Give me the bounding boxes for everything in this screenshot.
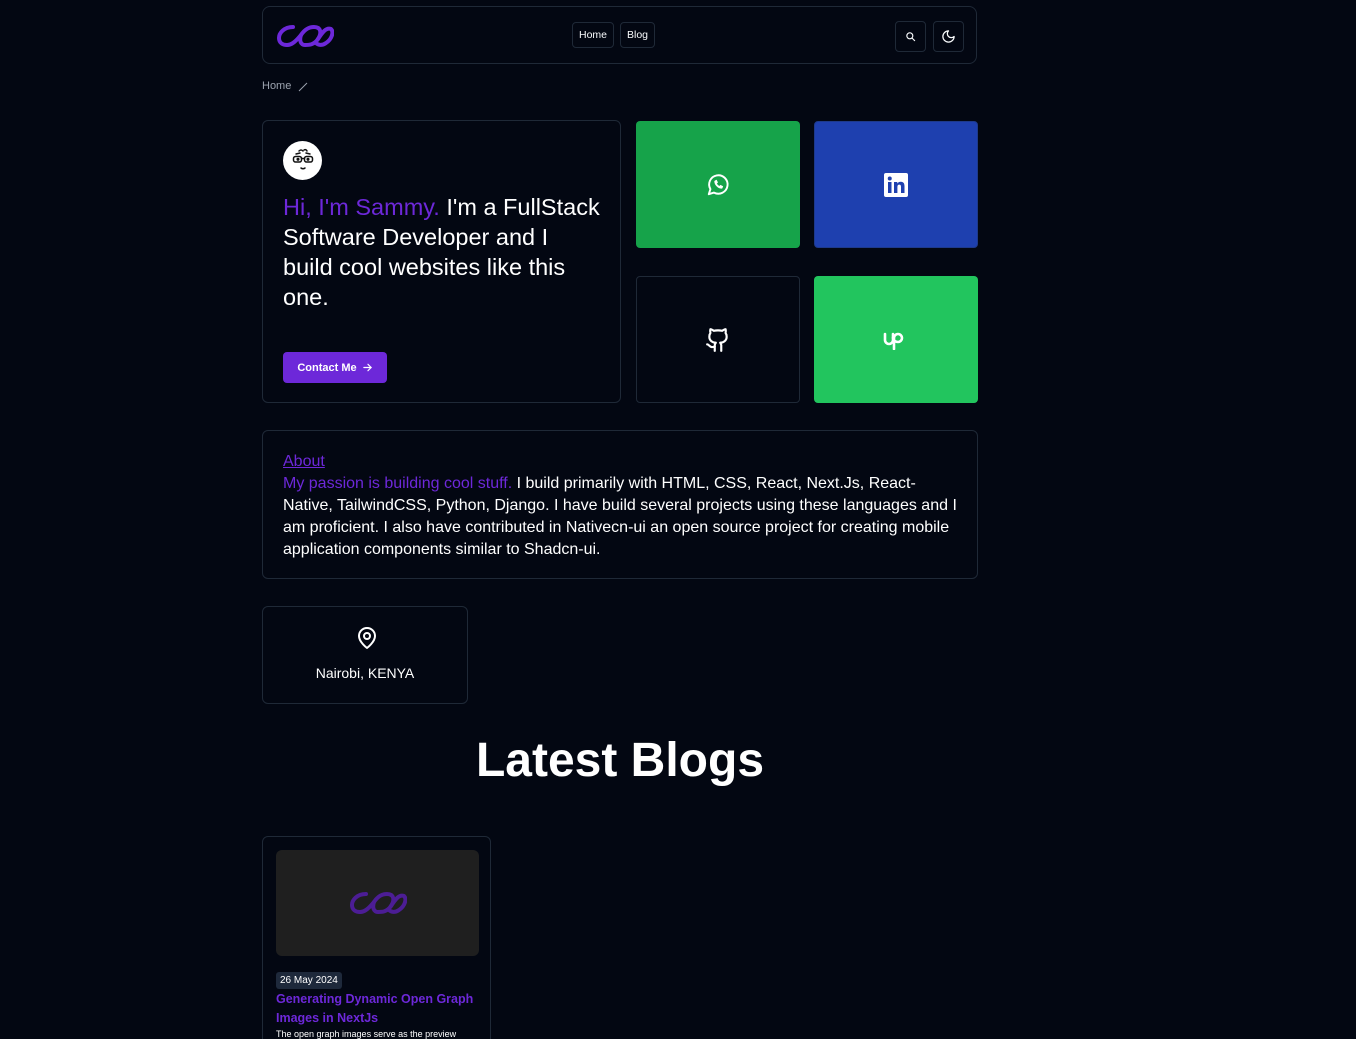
linkedin-icon [884,172,908,197]
about-highlight: My passion is building cool stuff. [283,475,513,492]
upwork-tile[interactable] [814,276,978,403]
about-card: About My passion is building cool stuff.… [262,430,978,579]
blog-date-badge: 26 May 2024 [276,972,342,989]
about-link[interactable]: About [283,451,957,473]
search-icon [906,32,916,42]
whatsapp-tile[interactable] [636,121,800,248]
breadcrumb: Home [262,80,309,92]
linkedin-tile[interactable] [814,121,978,248]
whatsapp-icon [707,173,729,195]
hero-headline: Hi, I'm Sammy. I'm a FullStack Software … [283,192,603,312]
blog-title-link[interactable]: Generating Dynamic Open Graph Images in … [276,990,481,1028]
github-icon [706,327,728,352]
portfolio-page: Home Blog Home Hi, I'm Sammy. I'm a Full… [0,0,1356,1039]
moon-icon [942,30,955,43]
theme-toggle-button[interactable] [933,21,964,52]
hero-card: Hi, I'm Sammy. I'm a FullStack Software … [262,120,621,403]
hero-greeting: Hi, I'm Sammy. [283,194,440,220]
avatar [283,141,322,180]
location-card: Nairobi, KENYA [262,606,468,704]
breadcrumb-home-link[interactable]: Home [262,80,291,92]
contact-me-label: Contact Me [297,361,357,374]
github-tile[interactable] [636,276,800,403]
arrow-right-icon [362,363,372,372]
about-text: My passion is building cool stuff. I bui… [283,473,957,561]
nav-home-button[interactable]: Home [572,22,614,48]
blog-thumbnail [276,850,479,956]
site-header: Home Blog [262,6,977,64]
upwork-icon [883,332,904,350]
map-pin-icon [358,627,376,649]
location-text: Nairobi, KENYA [315,665,415,681]
glasses-face-avatar-icon [292,148,313,169]
latest-blogs-heading: Latest Blogs [475,734,765,787]
contact-me-button[interactable]: Contact Me [283,352,387,383]
blog-card[interactable]: 26 May 2024 Generating Dynamic Open Grap… [262,836,491,1039]
nav-blog-button[interactable]: Blog [620,22,655,48]
infinity-logo-icon[interactable] [276,23,334,49]
slash-icon [298,82,308,92]
search-button[interactable] [895,21,926,52]
main-nav: Home Blog [572,22,655,48]
infinity-logo-icon [349,891,407,915]
blog-excerpt: The open graph images serve as the previ… [276,1029,457,1039]
